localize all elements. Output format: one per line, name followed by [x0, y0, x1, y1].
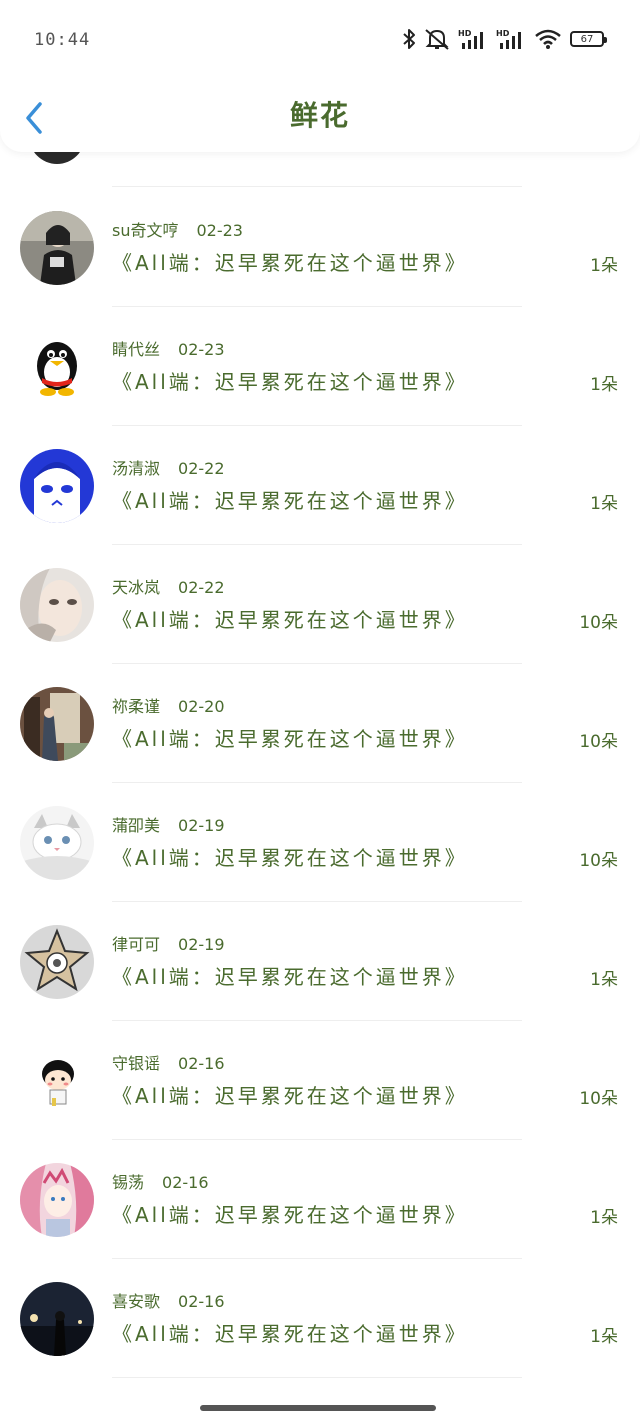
sender-name: 蒲卲美 [112, 816, 161, 835]
list-item[interactable]: 祢柔谨 02-20 《All端：迟早累死在这个逼世界》 10朵 [0, 687, 640, 806]
gift-date: 02-16 [162, 1173, 209, 1192]
song-title: 《All端：迟早累死在这个逼世界》 [112, 727, 468, 751]
avatar[interactable] [20, 449, 94, 523]
divider [112, 782, 522, 783]
sender-meta: 锡荡 02-16 [112, 1169, 209, 1193]
sender-meta: 守银谣 02-16 [112, 1050, 225, 1074]
song-title: 《All端：迟早累死在这个逼世界》 [112, 1322, 468, 1346]
divider [112, 544, 522, 545]
sender-name: 祢柔谨 [112, 697, 161, 716]
list-item[interactable]: 天冰岚 02-22 《All端：迟早累死在这个逼世界》 10朵 [0, 568, 640, 687]
avatar[interactable] [20, 687, 94, 761]
sender-meta: 天冰岚 02-22 [112, 574, 225, 598]
list-item[interactable]: su奇文哼 02-23 《All端：迟早累死在这个逼世界》 1朵 [0, 211, 640, 330]
divider [112, 901, 522, 902]
header: 10:44 HD HD 67 鲜花 [0, 0, 640, 152]
sender-name: 锡荡 [112, 1173, 145, 1192]
avatar[interactable] [20, 806, 94, 880]
divider [112, 425, 522, 426]
gift-date: 02-22 [178, 578, 225, 597]
sender-meta: 汤清淑 02-22 [112, 455, 225, 479]
song-title: 《All端：迟早累死在这个逼世界》 [112, 489, 468, 513]
list-item[interactable]: 汤清淑 02-22 《All端：迟早累死在这个逼世界》 1朵 [0, 449, 640, 568]
sender-name: 汤清淑 [112, 459, 161, 478]
gift-date: 02-22 [178, 459, 225, 478]
flower-count: 1朵 [590, 1327, 618, 1347]
gift-date: 02-19 [178, 935, 225, 954]
divider [112, 1258, 522, 1259]
hd-signal-icon: HD [458, 29, 483, 49]
svg-text:HD: HD [458, 29, 472, 38]
gift-date: 02-19 [178, 816, 225, 835]
avatar[interactable] [20, 330, 94, 404]
song-title: 《All端：迟早累死在这个逼世界》 [112, 608, 468, 632]
song-title: 《All端：迟早累死在这个逼世界》 [112, 251, 468, 275]
song-title: 《All端：迟早累死在这个逼世界》 [112, 965, 468, 989]
page-title: 鲜花 [289, 99, 350, 132]
song-title: 《All端：迟早累死在这个逼世界》 [112, 846, 468, 870]
sender-meta: 蒲卲美 02-19 [112, 812, 225, 836]
flower-count: 1朵 [590, 494, 618, 514]
flower-count: 1朵 [590, 970, 618, 990]
song-title: 《All端：迟早累死在这个逼世界》 [112, 1084, 468, 1108]
flower-count: 10朵 [579, 851, 618, 871]
list-item[interactable]: 律可可 02-19 《All端：迟早累死在这个逼世界》 1朵 [0, 925, 640, 1044]
gift-date: 02-16 [178, 1292, 225, 1311]
sender-meta: 睛代丝 02-23 [112, 336, 225, 360]
gift-date: 02-20 [178, 697, 225, 716]
divider [112, 663, 522, 664]
sender-meta: 祢柔谨 02-20 [112, 693, 225, 717]
status-time: 10:44 [34, 30, 91, 50]
avatar[interactable] [20, 1044, 94, 1118]
flower-count: 10朵 [579, 1089, 618, 1109]
status-icons: HD HD 67 [402, 28, 607, 50]
divider [112, 1377, 522, 1378]
sender-name: 天冰岚 [112, 578, 161, 597]
song-title: 《All端：迟早累死在这个逼世界》 [112, 370, 468, 394]
sender-name: 喜安歌 [112, 1292, 161, 1311]
list-item[interactable]: 喜安歌 02-16 《All端：迟早累死在这个逼世界》 1朵 [0, 1282, 640, 1401]
home-indicator[interactable] [200, 1405, 436, 1411]
avatar[interactable] [20, 1282, 94, 1356]
list-item[interactable]: 锡荡 02-16 《All端：迟早累死在这个逼世界》 1朵 [0, 1163, 640, 1282]
flower-count: 1朵 [590, 375, 618, 395]
bluetooth-icon [403, 29, 415, 49]
gift-date: 02-23 [196, 221, 243, 240]
sender-name: su奇文哼 [112, 221, 179, 240]
divider [112, 1020, 522, 1021]
flower-count: 1朵 [590, 1208, 618, 1228]
sender-meta: su奇文哼 02-23 [112, 217, 243, 241]
flower-count: 10朵 [579, 732, 618, 752]
avatar[interactable] [20, 568, 94, 642]
battery-icon: 67 [570, 31, 607, 47]
sender-meta: 律可可 02-19 [112, 931, 225, 955]
flower-count: 1朵 [590, 256, 618, 276]
song-title: 《All端：迟早累死在这个逼世界》 [112, 1203, 468, 1227]
svg-text:HD: HD [496, 29, 510, 38]
muted-bell-icon [425, 29, 449, 50]
hd-signal-icon: HD [496, 29, 521, 49]
wifi-icon [535, 29, 561, 49]
gift-date: 02-23 [178, 340, 225, 359]
sender-name: 睛代丝 [112, 340, 161, 359]
list-item[interactable]: 蒲卲美 02-19 《All端：迟早累死在这个逼世界》 10朵 [0, 806, 640, 925]
list-item[interactable]: 睛代丝 02-23 《All端：迟早累死在这个逼世界》 1朵 [0, 330, 640, 449]
gift-date: 02-16 [178, 1054, 225, 1073]
nav-bar: 鲜花 [0, 80, 640, 150]
sender-name: 律可可 [112, 935, 161, 954]
status-bar: 10:44 HD HD 67 [0, 22, 640, 62]
sender-name: 守银谣 [112, 1054, 161, 1073]
divider [112, 1139, 522, 1140]
divider [112, 186, 522, 187]
flower-count: 10朵 [579, 613, 618, 633]
sender-meta: 喜安歌 02-16 [112, 1288, 225, 1312]
avatar[interactable] [20, 211, 94, 285]
avatar[interactable] [20, 1163, 94, 1237]
divider [112, 306, 522, 307]
avatar[interactable] [20, 925, 94, 999]
list-item[interactable]: 守银谣 02-16 《All端：迟早累死在这个逼世界》 10朵 [0, 1044, 640, 1163]
